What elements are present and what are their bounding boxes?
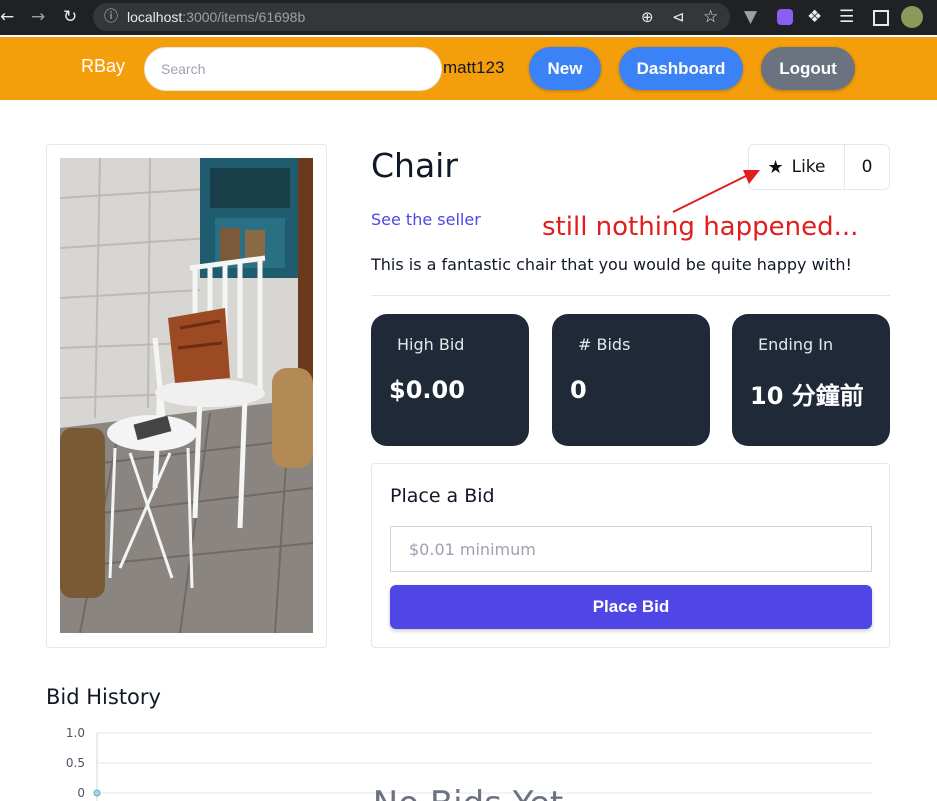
place-bid-title: Place a Bid [390,485,495,507]
like-count: 0 [861,157,873,177]
stat-card-high-bid: High Bid $0.00 [371,314,529,446]
stat-card-ending-in: Ending In 10 分鐘前 [732,314,890,446]
stat-value: 0 [570,376,587,404]
side-panel-icon[interactable] [873,10,889,26]
see-seller-link[interactable]: See the seller [371,210,481,229]
stat-value: 10 分鐘前 [750,382,864,410]
chart-y-ticks: 1.0 0.5 0 [66,726,85,800]
like-label: Like [791,157,826,177]
place-bid-button[interactable]: Place Bid [390,585,872,629]
item-title: Chair [371,146,458,185]
media-queue-icon[interactable]: ☰ [839,0,854,35]
chart-y-tick-label: 0.5 [66,756,85,770]
search-input[interactable] [144,47,442,91]
dashboard-button[interactable]: Dashboard [619,47,743,90]
stat-value: $0.00 [389,376,465,404]
stat-card-bid-count: # Bids 0 [552,314,710,446]
bookmark-star-icon[interactable]: ☆ [703,0,718,35]
bid-amount-input[interactable] [390,526,872,572]
zoom-icon[interactable]: ⊕ [641,0,654,35]
site-info-icon[interactable]: ⓘ [104,0,118,35]
chart-points [93,789,101,797]
stat-label: High Bid [397,335,465,354]
stat-label: # Bids [578,335,631,354]
bid-history-title: Bid History [46,685,161,709]
share-icon[interactable]: ⊲ [672,0,685,35]
item-photo [60,158,313,633]
new-button[interactable]: New [529,47,601,90]
username-label: matt123 [443,58,505,77]
profile-avatar-icon[interactable] [901,6,923,28]
chart-point [93,789,101,797]
url-host: localhost [127,9,183,25]
extensions-puzzle-icon[interactable]: ❖ [807,0,822,35]
bid-history-chart: 1.0 0.5 0 No Bids Yet [66,726,872,801]
extension-purple-icon[interactable] [777,9,793,25]
url-text: localhost:3000/items/61698b [127,0,305,34]
reload-icon[interactable]: ↻ [63,0,77,35]
extension-v-icon[interactable]: ▼ [744,0,757,35]
no-bids-text: No Bids Yet [373,784,563,801]
back-arrow-icon[interactable]: ← [0,0,14,35]
brand-logo[interactable]: RBay [81,56,125,77]
chart-y-tick-label: 1.0 [66,726,85,740]
url-path: :3000/items/61698b [182,9,306,25]
stat-label: Ending In [758,335,834,354]
annotation-arrow [672,170,760,213]
item-description: This is a fantastic chair that you would… [371,255,852,274]
chart-y-tick-label: 0 [77,786,85,800]
forward-arrow-icon[interactable]: → [31,0,45,35]
star-icon: ★ [767,156,784,178]
divider [371,295,890,296]
logout-button[interactable]: Logout [761,47,855,90]
